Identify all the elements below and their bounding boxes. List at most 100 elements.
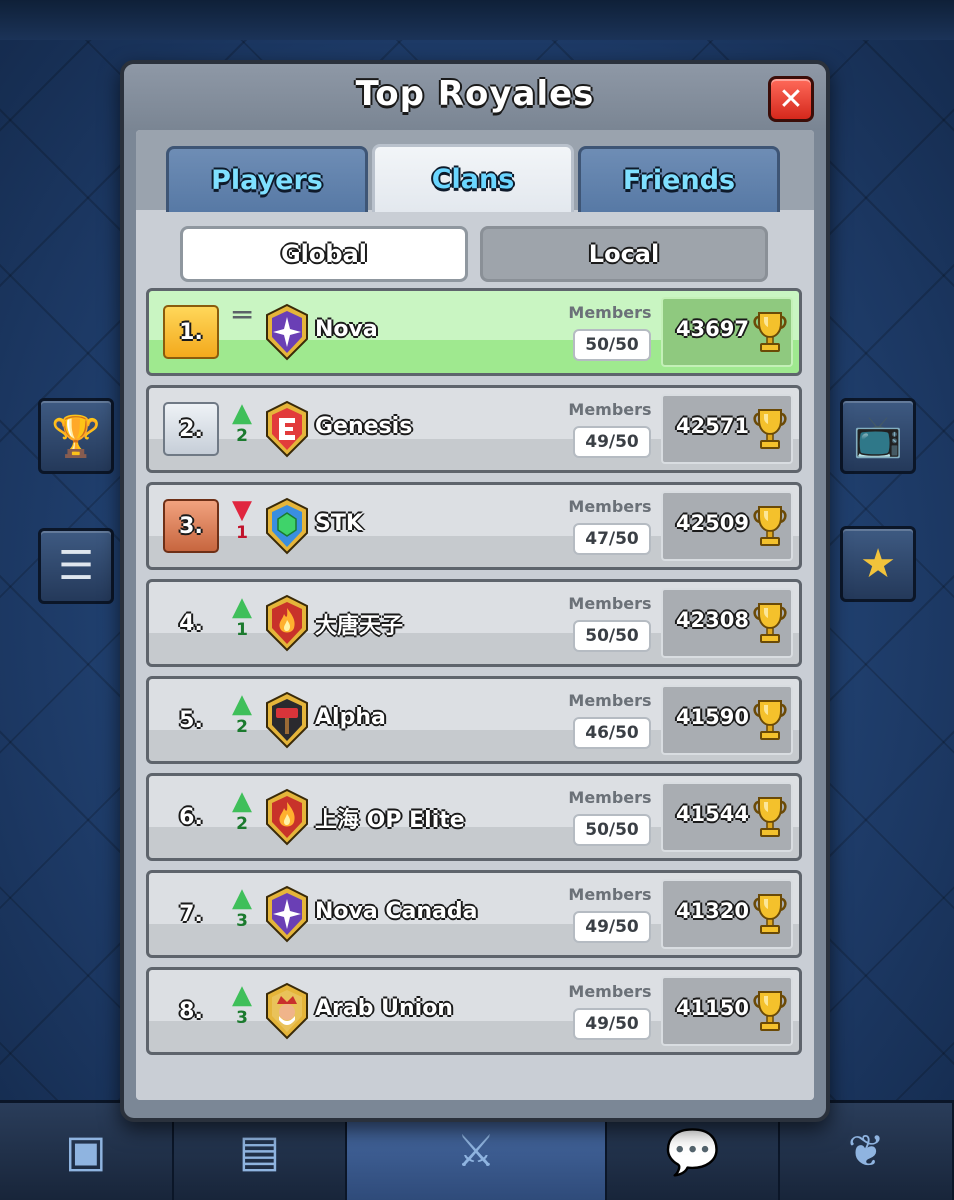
- trophy-icon: [751, 600, 789, 646]
- clan-row[interactable]: 3. ▼ 1 STK Members 47/50 42509: [146, 482, 802, 570]
- members-count: 49/50: [573, 426, 651, 458]
- rank-badge: 1.: [163, 305, 219, 359]
- members-label: Members: [568, 303, 652, 322]
- rank-change-indicator: ▲ 3: [227, 982, 257, 1042]
- clan-name: Genesis: [315, 414, 413, 439]
- trophy-count: 42509: [675, 511, 749, 535]
- clan-row[interactable]: 2. ▲ 2 Genesis Members 49/50 42571: [146, 385, 802, 473]
- close-icon: ✕: [778, 81, 804, 117]
- rank-badge: 4.: [179, 610, 203, 636]
- scroll-icon: ☰: [58, 543, 94, 589]
- clan-row[interactable]: 6. ▲ 2 上海 OP Elite Members 50/50 41544: [146, 773, 802, 861]
- rank-badge: 5.: [179, 707, 203, 733]
- members-count: 46/50: [573, 717, 651, 749]
- rank-badge: 7.: [179, 901, 203, 927]
- trophy-count: 41590: [675, 705, 749, 729]
- clan-row[interactable]: 1. ═ Nova Members 50/50 43697: [146, 288, 802, 376]
- rank-up-icon: ▲: [232, 398, 252, 428]
- rank-change-indicator: ▼ 1: [227, 497, 257, 557]
- tab-friends[interactable]: Friends: [578, 146, 780, 212]
- clan-name: STK: [315, 511, 363, 536]
- tab-friends-label: Friends: [622, 165, 736, 196]
- rank-change: 3: [236, 911, 248, 931]
- trophy-count: 41150: [675, 996, 749, 1020]
- rank-change-indicator: ▲ 1: [227, 594, 257, 654]
- tv-royale-button[interactable]: 📺: [840, 398, 916, 474]
- clan-trophies: 43697: [661, 297, 793, 367]
- members-label: Members: [568, 594, 652, 613]
- rank-up-icon: ▲: [232, 689, 252, 719]
- star-icon: ★: [860, 541, 896, 587]
- clan-badge-icon: [263, 982, 311, 1040]
- tab-players-label: Players: [211, 165, 323, 196]
- members-label: Members: [568, 982, 652, 1001]
- clan-trophies: 41590: [661, 685, 793, 755]
- clan-row[interactable]: 5. ▲ 2 Alpha Members 46/50 41590: [146, 676, 802, 764]
- trophy-count: 42308: [675, 608, 749, 632]
- swords-icon: ⚔: [456, 1126, 496, 1177]
- rank-change-indicator: ═: [227, 298, 257, 363]
- rank-badge: 3.: [163, 499, 219, 553]
- clan-badge-icon: [263, 303, 311, 361]
- segment-global[interactable]: Global: [180, 226, 468, 282]
- rank-change: 1: [236, 523, 248, 543]
- achievements-button[interactable]: ★: [840, 526, 916, 602]
- trophy-icon: [751, 406, 789, 452]
- news-button[interactable]: ☰: [38, 528, 114, 604]
- trophy-icon: [751, 891, 789, 937]
- modal-title: Top Royales: [355, 74, 595, 114]
- trophy-icon: 🏆: [51, 413, 101, 460]
- rank-badge: 2.: [163, 402, 219, 456]
- rank-change-indicator: ▲ 2: [227, 400, 257, 460]
- trophy-count: 41544: [675, 802, 749, 826]
- trophy-icon: [751, 794, 789, 840]
- members-count: 47/50: [573, 523, 651, 555]
- trophy-count: 43697: [675, 317, 749, 341]
- members-count: 50/50: [573, 814, 651, 846]
- rank-badge: 6.: [179, 804, 203, 830]
- tab-clans[interactable]: Clans: [372, 144, 574, 212]
- members-count: 50/50: [573, 329, 651, 361]
- close-button[interactable]: ✕: [768, 76, 814, 122]
- clan-name: 大唐天子: [315, 614, 404, 639]
- rank-up-icon: ▲: [232, 980, 252, 1010]
- clan-badge-icon: [263, 691, 311, 749]
- clan-trophies: 41544: [661, 782, 793, 852]
- members-count: 49/50: [573, 911, 651, 943]
- clan-badge-icon: [263, 400, 311, 458]
- clan-row[interactable]: 8. ▲ 3 Arab Union Members 49/50 41150: [146, 967, 802, 1055]
- trophy-icon: [751, 503, 789, 549]
- laurel-icon: ❦: [847, 1126, 885, 1177]
- cards-icon: ▤: [238, 1126, 281, 1177]
- clan-name: 上海 OP Elite: [315, 808, 465, 833]
- leaderboard-panel: Players Clans Friends Global Local 1. ═ No…: [136, 130, 814, 1100]
- rank-change-indicator: ▲ 2: [227, 691, 257, 751]
- trophy-road-button[interactable]: 🏆: [38, 398, 114, 474]
- trophy-icon: [751, 988, 789, 1034]
- clan-trophies: 42509: [661, 491, 793, 561]
- tab-bar: Players Clans Friends: [136, 130, 814, 212]
- tab-players[interactable]: Players: [166, 146, 368, 212]
- members-count: 50/50: [573, 620, 651, 652]
- chest-icon: ▣: [65, 1126, 107, 1177]
- clan-badge-icon: [263, 497, 311, 555]
- trophy-count: 41320: [675, 899, 749, 923]
- rank-up-icon: ▲: [232, 883, 252, 913]
- tab-clans-label: Clans: [431, 164, 515, 195]
- clan-badge-icon: [263, 885, 311, 943]
- list-fade: [136, 1070, 814, 1100]
- rank-change-indicator: ▲ 2: [227, 788, 257, 848]
- top-resource-bar: [0, 0, 954, 40]
- clan-trophies: 41150: [661, 976, 793, 1046]
- segment-local[interactable]: Local: [480, 226, 768, 282]
- clan-name: Alpha: [315, 705, 386, 730]
- clan-badge-icon: [263, 594, 311, 652]
- rank-change: 1: [236, 620, 248, 640]
- trophy-icon: [751, 697, 789, 743]
- clan-row[interactable]: 4. ▲ 1 大唐天子 Members 50/50 42308: [146, 579, 802, 667]
- clan-row[interactable]: 7. ▲ 3 Nova Canada Members 49/50 41320: [146, 870, 802, 958]
- members-label: Members: [568, 788, 652, 807]
- tv-icon: 📺: [853, 413, 903, 460]
- no-change-icon: ═: [232, 298, 252, 333]
- members-label: Members: [568, 691, 652, 710]
